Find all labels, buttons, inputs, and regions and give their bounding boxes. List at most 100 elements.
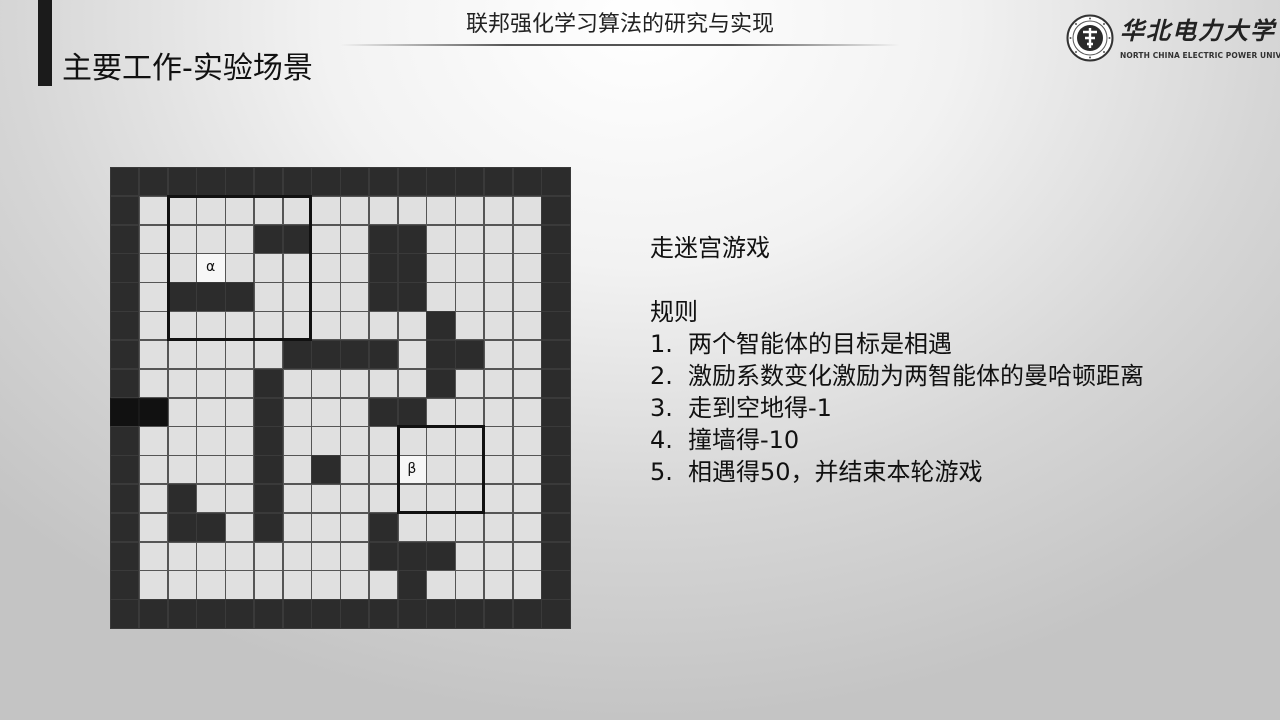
maze-floor-cell (483, 483, 513, 514)
maze-floor-cell (196, 397, 226, 427)
maze-floor-cell (225, 339, 255, 370)
maze-floor-cell (512, 195, 542, 226)
maze-floor-cell (455, 570, 485, 600)
maze-wall-cell (426, 167, 456, 197)
university-name-en: NORTH CHINA ELECTRIC POWER UNIVERSITY (1120, 51, 1280, 60)
maze-floor-cell (311, 426, 341, 456)
maze-floor-cell (167, 339, 197, 370)
maze-wall-cell (455, 339, 485, 370)
maze-floor-cell (340, 195, 370, 226)
maze-floor-cell (368, 455, 398, 485)
maze-wall-cell (397, 397, 427, 427)
maze-wall-cell (196, 599, 226, 629)
maze-floor-cell (483, 397, 513, 427)
maze-floor-cell (426, 224, 456, 254)
rule-number: 3. (650, 394, 673, 422)
maze-floor-cell (225, 483, 255, 514)
maze-floor-cell (340, 426, 370, 456)
maze-wall-cell (397, 599, 427, 629)
maze-floor-cell (340, 483, 370, 514)
maze-floor-cell (282, 483, 312, 514)
maze-floor-cell (426, 397, 456, 427)
maze-floor-cell (455, 311, 485, 341)
maze-floor-cell (483, 541, 513, 571)
maze-wall-cell (426, 339, 456, 370)
maze-floor-cell (483, 426, 513, 456)
maze-floor-cell (397, 195, 427, 226)
maze-floor-cell (138, 311, 168, 341)
maze-floor-cell (455, 368, 485, 398)
rule-item: 5. 相遇得50，并结束本轮游戏 (650, 456, 1144, 488)
maze-wall-cell (541, 599, 571, 629)
maze-wall-cell (225, 599, 255, 629)
maze-floor-cell (138, 483, 168, 514)
maze-floor-cell (225, 368, 255, 398)
maze-wall-cell (167, 167, 197, 197)
maze-floor-cell (340, 368, 370, 398)
maze-floor-cell (340, 541, 370, 571)
maze-floor-cell (311, 368, 341, 398)
maze-wall-cell (541, 195, 571, 226)
maze-wall-cell (397, 570, 427, 600)
maze-floor-cell (455, 224, 485, 254)
maze-wall-cell (311, 455, 341, 485)
maze-floor-cell (138, 195, 168, 226)
maze-floor-cell (138, 426, 168, 456)
maze-wall-cell (253, 426, 283, 456)
maze-wall-cell (340, 599, 370, 629)
maze-wall-cell (541, 512, 571, 543)
maze-floor-cell (512, 397, 542, 427)
rule-text: 两个智能体的目标是相遇 (688, 330, 952, 358)
maze-wall-cell (541, 397, 571, 427)
maze-floor-cell (167, 368, 197, 398)
maze-floor-cell (340, 455, 370, 485)
maze-floor-cell (196, 483, 226, 514)
maze-wall-cell (368, 224, 398, 254)
maze-wall-cell (282, 339, 312, 370)
maze-floor-cell (426, 282, 456, 312)
maze-floor-cell (512, 512, 542, 543)
rule-text: 走到空地得-1 (688, 394, 832, 422)
maze-wall-cell (368, 253, 398, 283)
maze-floor-cell (225, 570, 255, 600)
maze-floor-cell (512, 368, 542, 398)
maze-floor-cell (483, 512, 513, 543)
maze-floor-cell (368, 368, 398, 398)
maze-floor-cell (368, 570, 398, 600)
maze-floor-cell (483, 282, 513, 312)
university-seal-icon (1066, 14, 1114, 62)
maze-wall-cell (368, 599, 398, 629)
maze-floor-cell (167, 570, 197, 600)
maze-wall-cell (110, 224, 140, 254)
university-logo: 华北电力大学 NORTH CHINA ELECTRIC POWER UNIVER… (1066, 14, 1280, 66)
maze-floor-cell (426, 512, 456, 543)
maze-wall-cell (426, 368, 456, 398)
maze-wall-cell (541, 339, 571, 370)
maze-wall-cell (512, 167, 542, 197)
maze-wall-cell (225, 167, 255, 197)
maze-floor-cell (167, 541, 197, 571)
maze-wall-cell (368, 541, 398, 571)
rule-item: 2. 激励系数变化激励为两智能体的曼哈顿距离 (650, 360, 1144, 392)
maze-wall-cell (138, 397, 168, 427)
maze-floor-cell (225, 512, 255, 543)
rule-number: 5. (650, 458, 673, 486)
maze-floor-cell (138, 455, 168, 485)
maze-grid: αβ (110, 167, 571, 629)
maze-wall-cell (110, 455, 140, 485)
rule-text: 相遇得50，并结束本轮游戏 (688, 458, 983, 486)
maze-floor-cell (455, 512, 485, 543)
maze-wall-cell (368, 397, 398, 427)
maze-wall-cell (196, 512, 226, 543)
maze-wall-cell (541, 311, 571, 341)
maze-wall-cell (110, 282, 140, 312)
maze-floor-cell (512, 253, 542, 283)
maze-wall-cell (311, 339, 341, 370)
maze-floor-cell (311, 483, 341, 514)
maze-wall-cell (541, 455, 571, 485)
maze-wall-cell (110, 570, 140, 600)
maze-floor-cell (311, 253, 341, 283)
rule-text: 撞墙得-10 (688, 426, 800, 454)
maze-floor-cell (368, 426, 398, 456)
maze-wall-cell (426, 541, 456, 571)
